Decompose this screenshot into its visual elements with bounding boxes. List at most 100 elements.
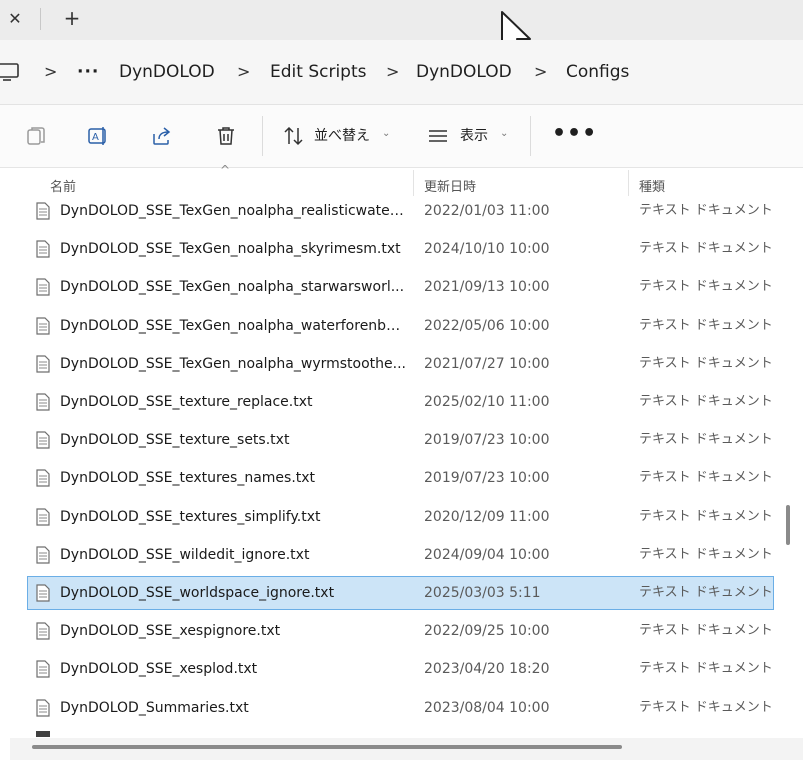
sort-icon[interactable] <box>282 124 306 148</box>
file-name: DynDOLOD_SSE_TexGen_noalpha_starwarsworl… <box>60 279 405 296</box>
file-type: テキスト ドキュメント <box>639 470 773 486</box>
file-modified-date: 2025/03/03 5:11 <box>424 585 541 601</box>
column-divider[interactable] <box>628 170 629 196</box>
toolbar-divider <box>530 116 531 156</box>
file-type: テキスト ドキュメント <box>639 508 773 524</box>
file-modified-date: 2021/09/13 10:00 <box>424 279 550 296</box>
file-row[interactable]: DynDOLOD_SSE_TexGen_noalpha_waterforenbe… <box>28 310 773 342</box>
file-modified-date: 2022/05/06 10:00 <box>424 317 550 334</box>
file-row[interactable]: DynDOLOD_SSE_TexGen_noalpha_starwarsworl… <box>28 271 773 303</box>
file-type: テキスト ドキュメント <box>639 317 773 333</box>
tab-bar <box>0 0 803 40</box>
file-type: テキスト ドキュメント <box>639 279 773 295</box>
text-file-icon <box>36 240 50 258</box>
view-dropdown-icon[interactable]: ⌄ <box>500 128 508 139</box>
text-file-icon <box>36 469 50 487</box>
file-modified-date: 2025/02/10 11:00 <box>424 394 550 410</box>
view-icon[interactable] <box>426 124 450 148</box>
file-row[interactable]: DynDOLOD_SSE_TexGen_noalpha_wyrmstoothe.… <box>28 348 773 380</box>
this-pc-icon[interactable] <box>0 61 22 83</box>
breadcrumb-overflow-button[interactable]: ··· <box>77 61 99 83</box>
file-name: DynDOLOD_SSE_worldspace_ignore.txt <box>60 585 335 601</box>
column-header-name[interactable]: 名前 <box>50 176 76 195</box>
file-modified-date: 2023/04/20 18:20 <box>424 661 550 678</box>
file-name: DynDOLOD_SSE_TexGen_noalpha_realisticwat… <box>60 203 408 219</box>
file-modified-date: 2024/10/10 10:00 <box>424 241 550 258</box>
file-row-selected[interactable]: DynDOLOD_SSE_worldspace_ignore.txt 2025/0… <box>27 576 774 610</box>
file-row[interactable]: DynDOLOD_SSE_xesplod.txt 2023/04/20 18:20… <box>28 653 773 685</box>
file-row[interactable]: DynDOLOD_SSE_TexGen_noalpha_realisticwat… <box>28 195 773 227</box>
column-header-date[interactable]: 更新日時 <box>424 176 476 195</box>
file-name: DynDOLOD_SSE_TexGen_noalpha_wyrmstoothe.… <box>60 355 406 372</box>
column-header-type[interactable]: 種類 <box>639 176 665 195</box>
vertical-scrollbar[interactable] <box>786 505 790 545</box>
text-file-icon <box>36 355 50 373</box>
more-options-button[interactable]: ••• <box>552 123 597 145</box>
breadcrumb-item-dyndolod[interactable]: DynDOLOD <box>119 61 215 83</box>
file-row[interactable]: DynDOLOD_SSE_texture_sets.txt 2019/07/23 … <box>28 424 773 456</box>
breadcrumb-separator: > <box>386 62 400 81</box>
file-type: テキスト ドキュメント <box>639 394 773 409</box>
file-name: DynDOLOD_SSE_TexGen_noalpha_skyrimesm.tx… <box>60 241 401 258</box>
text-file-icon <box>36 507 50 526</box>
file-row[interactable]: DynDOLOD_SSE_textures_simplify.txt 2020/1… <box>28 501 773 533</box>
file-type: テキスト ドキュメント <box>639 661 773 677</box>
delete-icon[interactable] <box>214 124 238 148</box>
text-file-icon <box>36 622 50 640</box>
copy-icon[interactable] <box>24 124 48 148</box>
file-modified-date: 2022/09/25 10:00 <box>424 623 550 640</box>
text-file-icon <box>36 660 50 678</box>
file-name: DynDOLOD_SSE_TexGen_noalpha_waterforenbe… <box>60 317 408 334</box>
file-row[interactable]: DynDOLOD_Summaries.txt 2023/08/04 10:00 テキ… <box>28 692 773 724</box>
breadcrumb-separator: > <box>534 62 548 81</box>
text-file-icon <box>36 698 50 717</box>
text-file-icon <box>36 202 50 220</box>
share-icon[interactable] <box>150 124 174 148</box>
file-type: テキスト ドキュメント <box>639 699 773 715</box>
breadcrumb-item-dyndolod-2[interactable]: DynDOLOD <box>416 61 512 83</box>
sort-dropdown-icon[interactable]: ⌄ <box>382 128 390 139</box>
column-divider[interactable] <box>413 170 414 196</box>
file-name: DynDOLOD_SSE_xespignore.txt <box>60 623 281 640</box>
file-type: テキスト ドキュメント <box>639 623 773 639</box>
file-modified-date: 2024/09/04 10:00 <box>424 546 550 563</box>
file-modified-date: 2020/12/09 11:00 <box>424 508 550 525</box>
horizontal-scrollbar-track[interactable] <box>10 738 803 760</box>
file-icon <box>36 731 50 737</box>
file-name: DynDOLOD_SSE_textures_names.txt <box>60 470 316 487</box>
file-row[interactable]: DynDOLOD_SSE_texture_replace.txt 2025/02/… <box>28 386 773 418</box>
breadcrumb-item-configs[interactable]: Configs <box>566 61 629 83</box>
file-name: DynDOLOD_SSE_wildedit_ignore.txt <box>60 546 310 563</box>
file-row[interactable]: DynDOLOD_SSE_wildedit_ignore.txt 2024/09/… <box>28 539 773 571</box>
file-name: DynDOLOD_Summaries.txt <box>60 699 249 716</box>
sort-button-label[interactable]: 並べ替え <box>314 127 370 145</box>
file-type: テキスト ドキュメント <box>639 585 773 600</box>
file-name: DynDOLOD_SSE_xesplod.txt <box>60 661 258 678</box>
file-modified-date: 2021/07/27 10:00 <box>424 355 550 372</box>
text-file-icon <box>36 316 50 335</box>
svg-text:A: A <box>92 132 99 143</box>
file-modified-date: 2022/01/03 11:00 <box>424 203 550 219</box>
file-row[interactable]: DynDOLOD_SSE_TexGen_noalpha_skyrimesm.tx… <box>28 233 773 265</box>
file-modified-date: 2019/07/23 10:00 <box>424 470 550 487</box>
file-name: DynDOLOD_SSE_textures_simplify.txt <box>60 508 321 525</box>
file-type: テキスト ドキュメント <box>639 241 773 257</box>
breadcrumb-separator: > <box>237 62 251 81</box>
horizontal-scrollbar[interactable] <box>32 745 622 749</box>
text-file-icon <box>36 546 50 564</box>
new-tab-button[interactable]: + <box>60 6 84 30</box>
rename-icon[interactable]: A <box>86 124 110 148</box>
file-type: テキスト ドキュメント <box>639 203 773 218</box>
file-row[interactable]: DynDOLOD_SSE_textures_names.txt 2019/07/2… <box>28 462 773 494</box>
close-tab-button[interactable]: ✕ <box>4 8 26 30</box>
file-name: DynDOLOD_SSE_texture_replace.txt <box>60 394 313 410</box>
command-bar <box>0 105 803 168</box>
breadcrumb-item-edit-scripts[interactable]: Edit Scripts <box>270 61 367 83</box>
file-modified-date: 2019/07/23 10:00 <box>424 432 550 449</box>
file-row[interactable]: DynDOLOD_SSE_xespignore.txt 2022/09/25 10… <box>28 615 773 647</box>
view-button-label[interactable]: 表示 <box>460 127 488 145</box>
sort-ascending-icon: ^ <box>220 163 231 177</box>
text-file-icon <box>36 393 50 411</box>
text-file-icon <box>36 431 50 449</box>
file-type: テキスト ドキュメント <box>639 546 773 562</box>
